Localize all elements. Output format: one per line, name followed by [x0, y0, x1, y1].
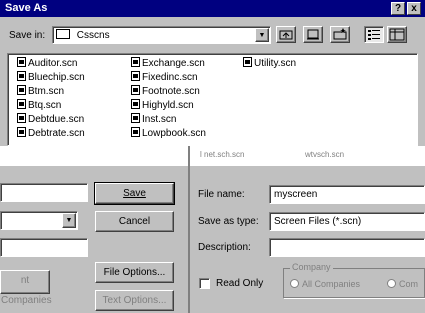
scn-file-icon [131, 57, 140, 67]
save-as-type-value: Screen Files (*.scn) [274, 216, 362, 227]
folder-icon [56, 29, 70, 39]
scn-file-icon [131, 99, 140, 109]
file-name-label: File name: [198, 189, 245, 200]
scn-file-icon [17, 57, 26, 67]
list-view-icon[interactable] [364, 26, 384, 43]
file-name: Btq.scn [28, 100, 62, 111]
save-in-folder: Csscns [76, 30, 110, 41]
faded-file-row: l net.sch.scn wtvsch.scn [0, 146, 425, 166]
scn-file-icon [131, 71, 140, 81]
other-radio-label: Com [399, 279, 419, 289]
file-name: Lowpbook.scn [142, 128, 206, 139]
file-name: Auditor.scn [28, 58, 78, 69]
list-item[interactable]: Footnote.scn [131, 85, 200, 97]
divider [188, 146, 190, 313]
file-name: Exchange.scn [142, 58, 205, 69]
faded-file-2: wtvsch.scn [305, 150, 345, 159]
save-in-label: Save in: [9, 30, 46, 41]
scn-file-icon [17, 99, 26, 109]
window-title: Save As [5, 2, 48, 14]
company-group-label: Company [290, 262, 333, 272]
save-as-type-dropdown[interactable]: Screen Files (*.scn) [269, 212, 425, 231]
list-item[interactable]: Fixedinc.scn [131, 71, 198, 83]
list-item[interactable]: Btq.scn [17, 99, 61, 111]
file-list[interactable]: Auditor.scn Bluechip.scn Btm.scn Btq.scn Deb… [7, 53, 418, 146]
scn-file-icon [17, 71, 26, 81]
up-folder-icon[interactable] [276, 26, 296, 43]
file-name: Footnote.scn [142, 86, 200, 97]
file-name-input[interactable]: myscreen [269, 185, 425, 204]
all-companies-label: All Companies [302, 279, 361, 289]
new-folder-icon[interactable] [330, 26, 350, 43]
other-radio[interactable]: Com [387, 279, 418, 289]
scn-file-icon [131, 85, 140, 95]
radio-icon [387, 279, 396, 288]
left-input-1[interactable] [0, 183, 88, 202]
left-dropdown[interactable]: ▼ [0, 211, 78, 230]
file-name: Debtrate.scn [28, 128, 85, 139]
company-group: Company All Companies Com [283, 262, 425, 298]
desktop-icon[interactable] [303, 26, 323, 43]
companies-button[interactable]: nt Companies [0, 270, 52, 306]
file-name-value: myscreen [274, 189, 318, 200]
file-name: Utility.scn [254, 58, 297, 69]
scn-file-icon [243, 57, 252, 67]
left-input-2[interactable] [0, 238, 88, 257]
file-name: Debtdue.scn [28, 114, 85, 125]
list-item[interactable]: Debtrate.scn [17, 127, 85, 139]
radio-icon [290, 279, 299, 288]
save-as-type-label: Save as type: [198, 216, 259, 227]
file-name: Fixedinc.scn [142, 72, 198, 83]
details-view-icon[interactable] [387, 26, 407, 43]
text-options-button[interactable]: Text Options... [95, 290, 174, 311]
list-item[interactable]: Highyld.scn [131, 99, 194, 111]
scn-file-icon [17, 85, 26, 95]
list-item[interactable]: Exchange.scn [131, 57, 205, 69]
list-item[interactable]: Auditor.scn [17, 57, 77, 69]
help-button[interactable]: ? [391, 2, 405, 15]
list-item[interactable]: Utility.scn [243, 57, 296, 69]
file-name: Inst.scn [142, 114, 177, 125]
file-name: Highyld.scn [142, 100, 194, 111]
read-only-label: Read Only [216, 278, 264, 289]
close-button[interactable]: x [407, 2, 421, 15]
scn-file-icon [131, 127, 140, 137]
file-options-button[interactable]: File Options... [95, 262, 174, 283]
scn-file-icon [17, 113, 26, 123]
save-in-dropdown[interactable]: Csscns ▼ [52, 26, 271, 44]
chevron-down-icon[interactable]: ▼ [62, 213, 76, 228]
scn-file-icon [131, 113, 140, 123]
scn-file-icon [17, 127, 26, 137]
file-name: Bluechip.scn [28, 72, 85, 83]
all-companies-radio[interactable]: All Companies [290, 279, 360, 289]
list-item[interactable]: Inst.scn [131, 113, 176, 125]
list-item[interactable]: Btm.scn [17, 85, 64, 97]
list-item[interactable]: Lowpbook.scn [131, 127, 206, 139]
faded-file-1: l net.sch.scn [200, 150, 245, 159]
list-item[interactable]: Debtdue.scn [17, 113, 84, 125]
save-button[interactable]: Save [94, 182, 175, 205]
list-item[interactable]: Bluechip.scn [17, 71, 85, 83]
read-only-checkbox[interactable] [199, 278, 210, 289]
file-name: Btm.scn [28, 86, 65, 97]
chevron-down-icon[interactable]: ▼ [255, 28, 269, 42]
title-bar: Save As [0, 0, 425, 17]
description-input[interactable] [269, 238, 425, 257]
description-label: Description: [198, 242, 251, 253]
cancel-button[interactable]: Cancel [95, 211, 174, 232]
save-label: Save [123, 188, 146, 199]
